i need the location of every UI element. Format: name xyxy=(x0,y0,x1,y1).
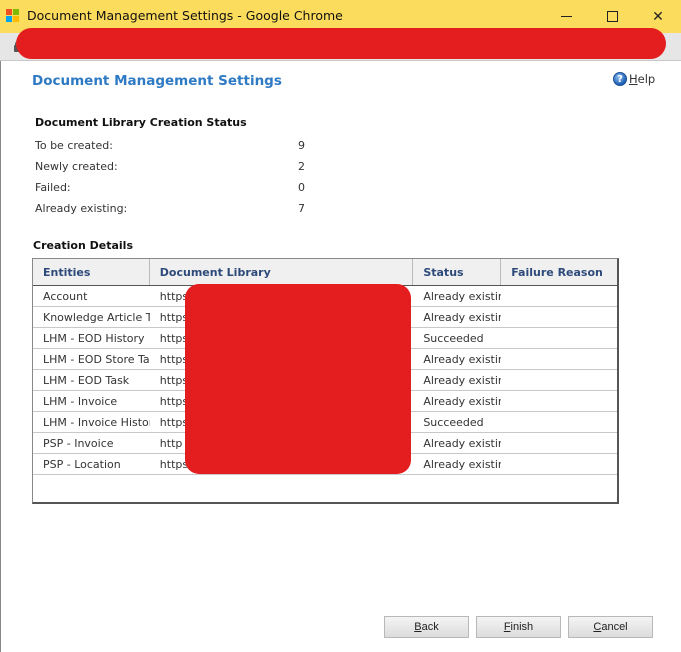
cell-failure-reason xyxy=(501,433,617,453)
stat-value: 2 xyxy=(285,160,305,173)
cell-entity: LHM - EOD Store Ta... xyxy=(33,349,150,369)
stat-already-existing: Already existing: 7 xyxy=(35,202,305,215)
cell-failure-reason xyxy=(501,391,617,411)
window-title: Document Management Settings - Google Ch… xyxy=(27,8,343,23)
cell-entity: LHM - Invoice xyxy=(33,391,150,411)
stat-failed: Failed: 0 xyxy=(35,181,305,194)
windows-logo-icon xyxy=(6,9,20,23)
back-label: ack xyxy=(422,621,439,633)
page-title: Document Management Settings xyxy=(32,73,282,89)
redacted-url xyxy=(16,28,666,59)
cell-entity: Account xyxy=(33,286,150,306)
cell-status: Succeeded xyxy=(413,328,501,348)
stat-label: Failed: xyxy=(35,181,71,194)
cancel-access-key: C xyxy=(593,621,601,633)
stat-value: 9 xyxy=(285,139,305,152)
cell-entity: PSP - Invoice xyxy=(33,433,150,453)
cell-failure-reason xyxy=(501,412,617,432)
grid-header: Entities Document Library Status Failure… xyxy=(33,259,617,286)
cell-entity: LHM - Invoice History xyxy=(33,412,150,432)
minimize-icon xyxy=(561,16,572,17)
finish-label: inish xyxy=(511,621,534,633)
cell-entity: LHM - EOD History xyxy=(33,328,150,348)
cell-failure-reason xyxy=(501,286,617,306)
stat-value: 0 xyxy=(285,181,305,194)
column-header-failure-reason[interactable]: Failure Reason xyxy=(501,259,617,285)
stat-label: Newly created: xyxy=(35,160,118,173)
stat-label: Already existing: xyxy=(35,202,127,215)
back-access-key: B xyxy=(414,621,421,633)
cell-entity: Knowledge Article T... xyxy=(33,307,150,327)
finish-access-key: F xyxy=(504,621,511,633)
help-access-key: H xyxy=(629,72,638,86)
cell-entity: PSP - Location xyxy=(33,454,150,474)
cell-status: Already existing xyxy=(413,391,501,411)
stat-newly-created: Newly created: 2 xyxy=(35,160,305,173)
cell-failure-reason xyxy=(501,307,617,327)
creation-status-heading: Document Library Creation Status xyxy=(35,116,247,129)
back-button[interactable]: Back xyxy=(384,616,469,638)
cell-entity: LHM - EOD Task xyxy=(33,370,150,390)
cell-failure-reason xyxy=(501,454,617,474)
cell-status: Succeeded xyxy=(413,412,501,432)
cell-status: Already existing xyxy=(413,349,501,369)
help-link[interactable]: ? Help xyxy=(613,72,655,86)
cell-status: Already existing xyxy=(413,433,501,453)
cancel-label: ancel xyxy=(601,621,627,633)
cell-failure-reason xyxy=(501,349,617,369)
stat-value: 7 xyxy=(285,202,305,215)
cell-failure-reason xyxy=(501,370,617,390)
help-icon: ? xyxy=(613,72,627,86)
help-label: elp xyxy=(638,72,656,86)
window-border xyxy=(0,61,1,652)
cell-failure-reason xyxy=(501,328,617,348)
stat-label: To be created: xyxy=(35,139,113,152)
finish-button[interactable]: Finish xyxy=(476,616,561,638)
stat-to-be-created: To be created: 9 xyxy=(35,139,305,152)
redacted-library-urls xyxy=(185,284,411,474)
cell-status: Already existing xyxy=(413,454,501,474)
cell-status: Already existing xyxy=(413,286,501,306)
column-header-document-library[interactable]: Document Library xyxy=(150,259,414,285)
creation-details-heading: Creation Details xyxy=(33,239,133,252)
cancel-button[interactable]: Cancel xyxy=(568,616,653,638)
cell-status: Already existing xyxy=(413,307,501,327)
column-header-status[interactable]: Status xyxy=(413,259,501,285)
close-icon: ✕ xyxy=(652,9,664,25)
maximize-icon xyxy=(607,11,618,22)
cell-status: Already existing xyxy=(413,370,501,390)
column-header-entities[interactable]: Entities xyxy=(33,259,150,285)
